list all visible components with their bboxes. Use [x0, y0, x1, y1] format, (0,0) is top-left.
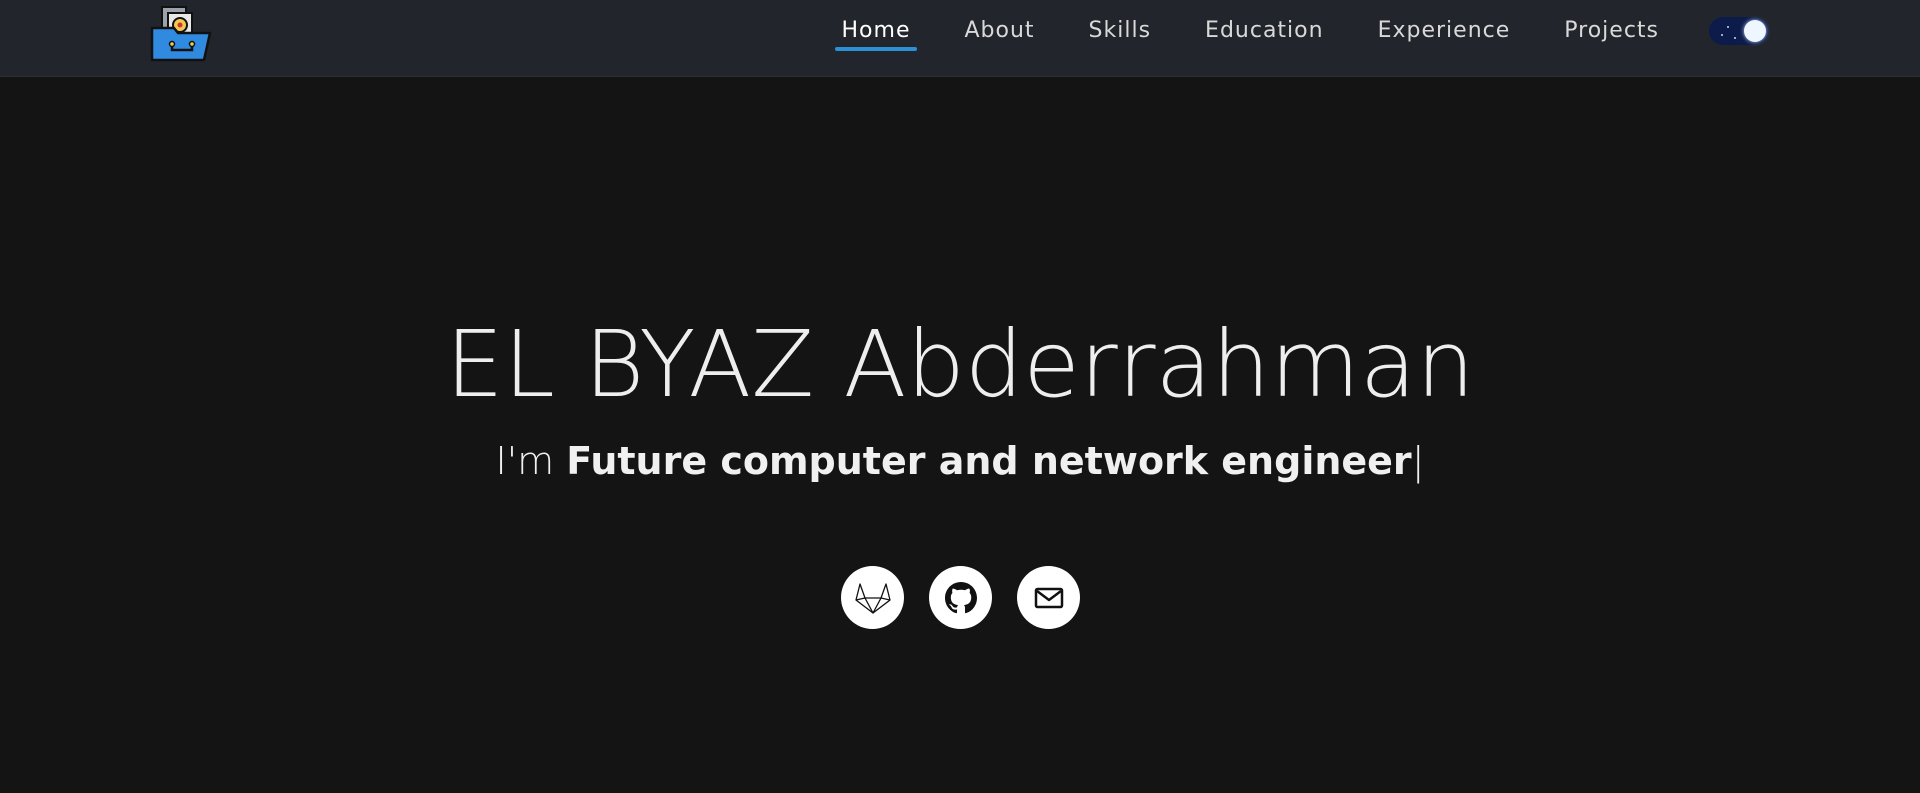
- hero-name: EL BYAZ Abderrahman: [445, 311, 1475, 418]
- gitlab-link[interactable]: [841, 566, 904, 629]
- mail-icon: [1034, 587, 1063, 608]
- hero-subtitle: I'm Future computer and network engineer…: [0, 436, 1920, 486]
- toggle-star: [1721, 34, 1723, 36]
- nav-education[interactable]: Education: [1198, 1, 1331, 61]
- nav-home[interactable]: Home: [834, 1, 918, 61]
- gitlab-icon: [854, 582, 891, 614]
- nav-projects[interactable]: Projects: [1557, 1, 1666, 61]
- logo[interactable]: [148, 4, 214, 62]
- subtitle-prefix: I'm: [495, 439, 567, 483]
- toggle-star: [1734, 37, 1736, 39]
- github-icon: [944, 581, 977, 613]
- github-link[interactable]: [929, 566, 992, 629]
- folder-logo-icon: [150, 6, 212, 62]
- theme-toggle[interactable]: [1709, 17, 1769, 45]
- typed-role: Future computer and network engineer: [566, 439, 1412, 483]
- toggle-star: [1727, 26, 1729, 28]
- nav-experience[interactable]: Experience: [1371, 1, 1518, 61]
- main-nav: Home About Skills Education Experience P…: [815, 0, 1686, 62]
- nav-about[interactable]: About: [957, 1, 1041, 61]
- social-links: [841, 566, 1080, 629]
- typing-cursor: |: [1411, 439, 1425, 483]
- nav-skills[interactable]: Skills: [1082, 1, 1159, 61]
- navbar: Home About Skills Education Experience P…: [0, 0, 1920, 77]
- moon-toggle-icon: [1744, 20, 1766, 42]
- email-link[interactable]: [1017, 566, 1080, 629]
